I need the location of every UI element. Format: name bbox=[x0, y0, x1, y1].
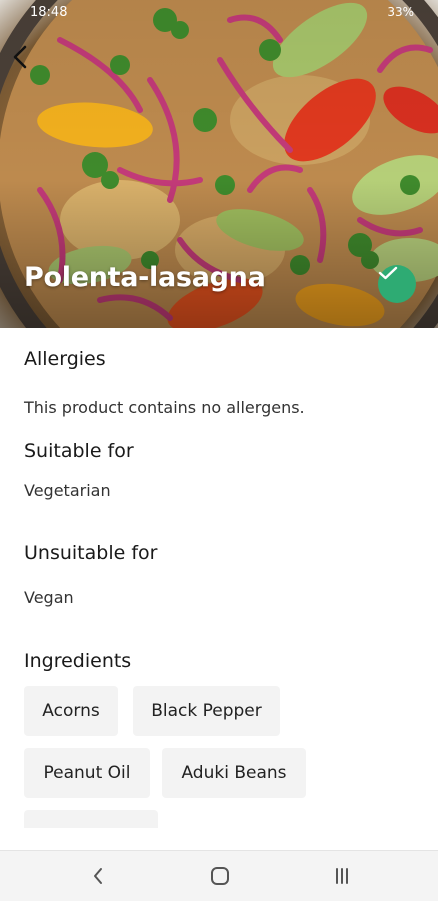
allergies-text: This product contains no allergens. bbox=[24, 398, 305, 417]
allergies-heading: Allergies bbox=[24, 348, 106, 370]
unsuitable-text: Vegan bbox=[24, 588, 74, 607]
check-icon bbox=[378, 266, 398, 280]
chevron-left-icon bbox=[13, 45, 27, 69]
ingredient-chip[interactable]: Aduki Beans bbox=[162, 748, 306, 798]
status-time: 18:48 bbox=[30, 5, 68, 20]
ingredient-chip-partial[interactable] bbox=[24, 810, 158, 828]
home-icon bbox=[211, 867, 229, 885]
system-nav-bar bbox=[0, 850, 438, 901]
page-title: Polenta-lasagna bbox=[24, 262, 266, 293]
nav-home-button[interactable] bbox=[200, 861, 240, 891]
back-icon bbox=[94, 868, 102, 884]
ingredient-chip[interactable]: Acorns bbox=[24, 686, 118, 736]
check-badge[interactable] bbox=[378, 265, 416, 303]
unsuitable-heading: Unsuitable for bbox=[24, 542, 158, 564]
suitable-heading: Suitable for bbox=[24, 440, 134, 462]
suitable-text: Vegetarian bbox=[24, 481, 111, 500]
nav-back-button[interactable] bbox=[78, 861, 118, 891]
back-button[interactable] bbox=[10, 44, 46, 80]
ingredients-heading: Ingredients bbox=[24, 650, 132, 672]
ingredient-chip[interactable]: Black Pepper bbox=[133, 686, 280, 736]
hero-image: 18:48 33% Polenta-lasagna bbox=[0, 0, 438, 328]
ingredient-chip[interactable]: Peanut Oil bbox=[24, 748, 150, 798]
status-bar: 18:48 33% bbox=[0, 0, 438, 26]
recents-icon bbox=[336, 868, 348, 884]
nav-recents-button[interactable] bbox=[322, 861, 362, 891]
battery-level: 33% bbox=[387, 5, 414, 19]
